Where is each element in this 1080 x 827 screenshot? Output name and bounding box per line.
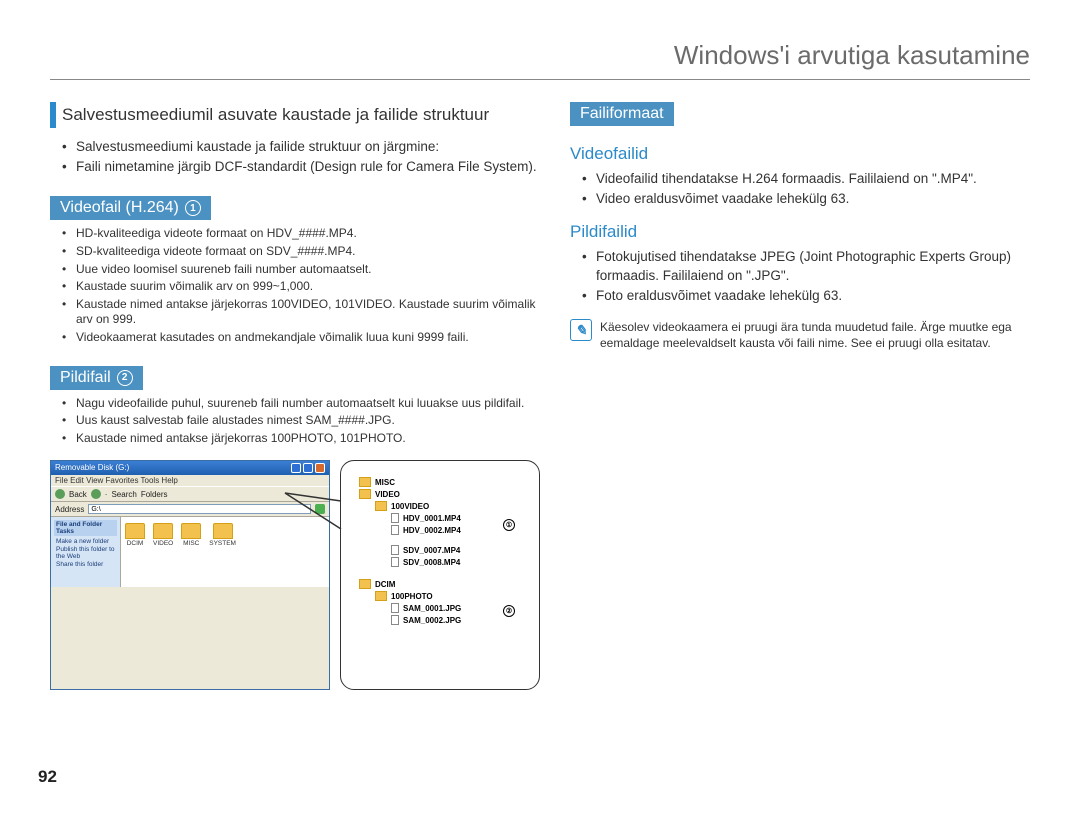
tasks-panel: File and Folder Tasks Make a new folder … xyxy=(51,517,121,587)
folder-item: VIDEO xyxy=(153,523,173,547)
right-column: Failiformaat Videofailid Videofailid tih… xyxy=(570,102,1030,690)
bullet: HD-kvaliteediga videote formaat on HDV_#… xyxy=(62,226,540,242)
bullet: Uus kaust salvestab faile alustades nime… xyxy=(62,413,540,429)
folder-item: DCIM xyxy=(125,523,145,547)
tasks-heading: File and Folder Tasks xyxy=(54,520,117,536)
page-number: 92 xyxy=(38,767,57,787)
pildifailid-heading: Pildifailid xyxy=(570,222,1030,242)
explorer-title: Removable Disk (G:) xyxy=(55,463,129,473)
bullet: Nagu videofailide puhul, suureneb faili … xyxy=(62,396,540,412)
bullet: Uue video loomisel suureneb faili number… xyxy=(62,262,540,278)
folder-icon xyxy=(375,591,387,601)
folder-item: MISC xyxy=(181,523,201,547)
tree-label: 100VIDEO xyxy=(391,502,429,511)
bullet: Foto eraldusvõimet vaadake lehekülg 63. xyxy=(582,287,1030,305)
note-text: Käesolev videokaamera ei pruugi ära tund… xyxy=(600,319,1030,351)
task-item: Share this folder xyxy=(54,561,117,568)
file-icon xyxy=(391,545,399,555)
task-item: Make a new folder xyxy=(54,538,117,545)
pildifail-heading-text: Pildifail xyxy=(60,369,111,387)
explorer-menubar: File Edit View Favorites Tools Help xyxy=(51,475,329,486)
bullet: Kaustade nimed antakse järjekorras 100PH… xyxy=(62,431,540,447)
file-icon xyxy=(391,603,399,613)
note-box: ✎ Käesolev videokaamera ei pruugi ära tu… xyxy=(570,319,1030,351)
bullet: Faili nimetamine järgib DCF-standardit (… xyxy=(62,158,540,176)
tree-label: SDV_0007.MP4 xyxy=(403,546,460,555)
back-icon xyxy=(55,489,65,499)
maximize-icon xyxy=(303,463,313,473)
videofail-bullets: HD-kvaliteediga videote formaat on HDV_#… xyxy=(50,226,540,345)
folder-item: SYSTEM xyxy=(209,523,236,547)
bullet: Fotokujutised tihendatakse JPEG (Joint P… xyxy=(582,248,1030,284)
bullet: Video eraldusvõimet vaadake lehekülg 63. xyxy=(582,190,1030,208)
bullet: SD-kvaliteediga videote formaat on SDV_#… xyxy=(62,244,540,260)
bullet: Kaustade nimed antakse järjekorras 100VI… xyxy=(62,297,540,328)
folder-icon xyxy=(359,489,371,499)
task-item: Publish this folder to the Web xyxy=(54,546,117,560)
badge-2-icon: 2 xyxy=(117,370,133,386)
tree-label: 100PHOTO xyxy=(391,592,433,601)
tree-label: DCIM xyxy=(375,580,395,589)
tree-label: VIDEO xyxy=(375,490,400,499)
folder-icon xyxy=(213,523,233,539)
videofailid-heading: Videofailid xyxy=(570,144,1030,164)
folder-icon xyxy=(125,523,145,539)
figure-row: Removable Disk (G:) File Edit View Favor… xyxy=(50,460,540,690)
file-icon xyxy=(391,557,399,567)
file-icon xyxy=(391,525,399,535)
folder-icon xyxy=(359,579,371,589)
note-icon: ✎ xyxy=(570,319,592,341)
address-input[interactable] xyxy=(88,504,311,514)
pildifailid-bullets: Fotokujutised tihendatakse JPEG (Joint P… xyxy=(570,248,1030,305)
bullet: Salvestusmeediumi kaustade ja failide st… xyxy=(62,138,540,156)
bullet: Videokaamerat kasutades on andmekandjale… xyxy=(62,330,540,346)
section-heading-structure: Salvestusmeediumil asuvate kaustade ja f… xyxy=(50,102,540,128)
bullet: Kaustade suurim võimalik arv on 999~1,00… xyxy=(62,279,540,295)
folder-icon xyxy=(359,477,371,487)
close-icon xyxy=(315,463,325,473)
videofail-heading-text: Videofail (H.264) xyxy=(60,199,179,217)
failiformaat-heading: Failiformaat xyxy=(570,102,674,126)
left-column: Salvestusmeediumil asuvate kaustade ja f… xyxy=(50,102,540,690)
pildifail-heading: Pildifail 2 xyxy=(50,366,143,390)
failiformaat-text: Failiformaat xyxy=(580,105,664,123)
tree-label: HDV_0001.MP4 xyxy=(403,514,461,523)
forward-icon xyxy=(91,489,101,499)
back-label: Back xyxy=(69,490,87,499)
file-icon xyxy=(391,513,399,523)
tree-label: SAM_0002.JPG xyxy=(403,616,461,625)
section-heading-text: Salvestusmeediumil asuvate kaustade ja f… xyxy=(62,102,489,128)
videofail-heading: Videofail (H.264) 1 xyxy=(50,196,211,220)
folder-icon xyxy=(375,501,387,511)
tree-label: HDV_0002.MP4 xyxy=(403,526,461,535)
file-icon xyxy=(391,615,399,625)
pildifail-bullets: Nagu videofailide puhul, suureneb faili … xyxy=(50,396,540,447)
folders-label: Folders xyxy=(141,490,168,499)
minimize-icon xyxy=(291,463,301,473)
videofailid-bullets: Videofailid tihendatakse H.264 formaadis… xyxy=(570,170,1030,208)
tree-label: SDV_0008.MP4 xyxy=(403,558,460,567)
page-title: Windows'i arvutiga kasutamine xyxy=(50,40,1030,80)
tree-label: MISC xyxy=(375,478,395,487)
folder-icon xyxy=(153,523,173,539)
tree-label: SAM_0001.JPG xyxy=(403,604,461,613)
intro-bullets: Salvestusmeediumi kaustade ja failide st… xyxy=(50,138,540,176)
folder-tree-callout: MISC VIDEO 100VIDEO HDV_0001.MP4 HDV_000… xyxy=(340,460,540,690)
bullet: Videofailid tihendatakse H.264 formaadis… xyxy=(582,170,1030,188)
search-label: Search xyxy=(111,490,136,499)
badge-1-icon: 1 xyxy=(185,200,201,216)
address-label: Address xyxy=(55,505,84,514)
folder-icon xyxy=(181,523,201,539)
